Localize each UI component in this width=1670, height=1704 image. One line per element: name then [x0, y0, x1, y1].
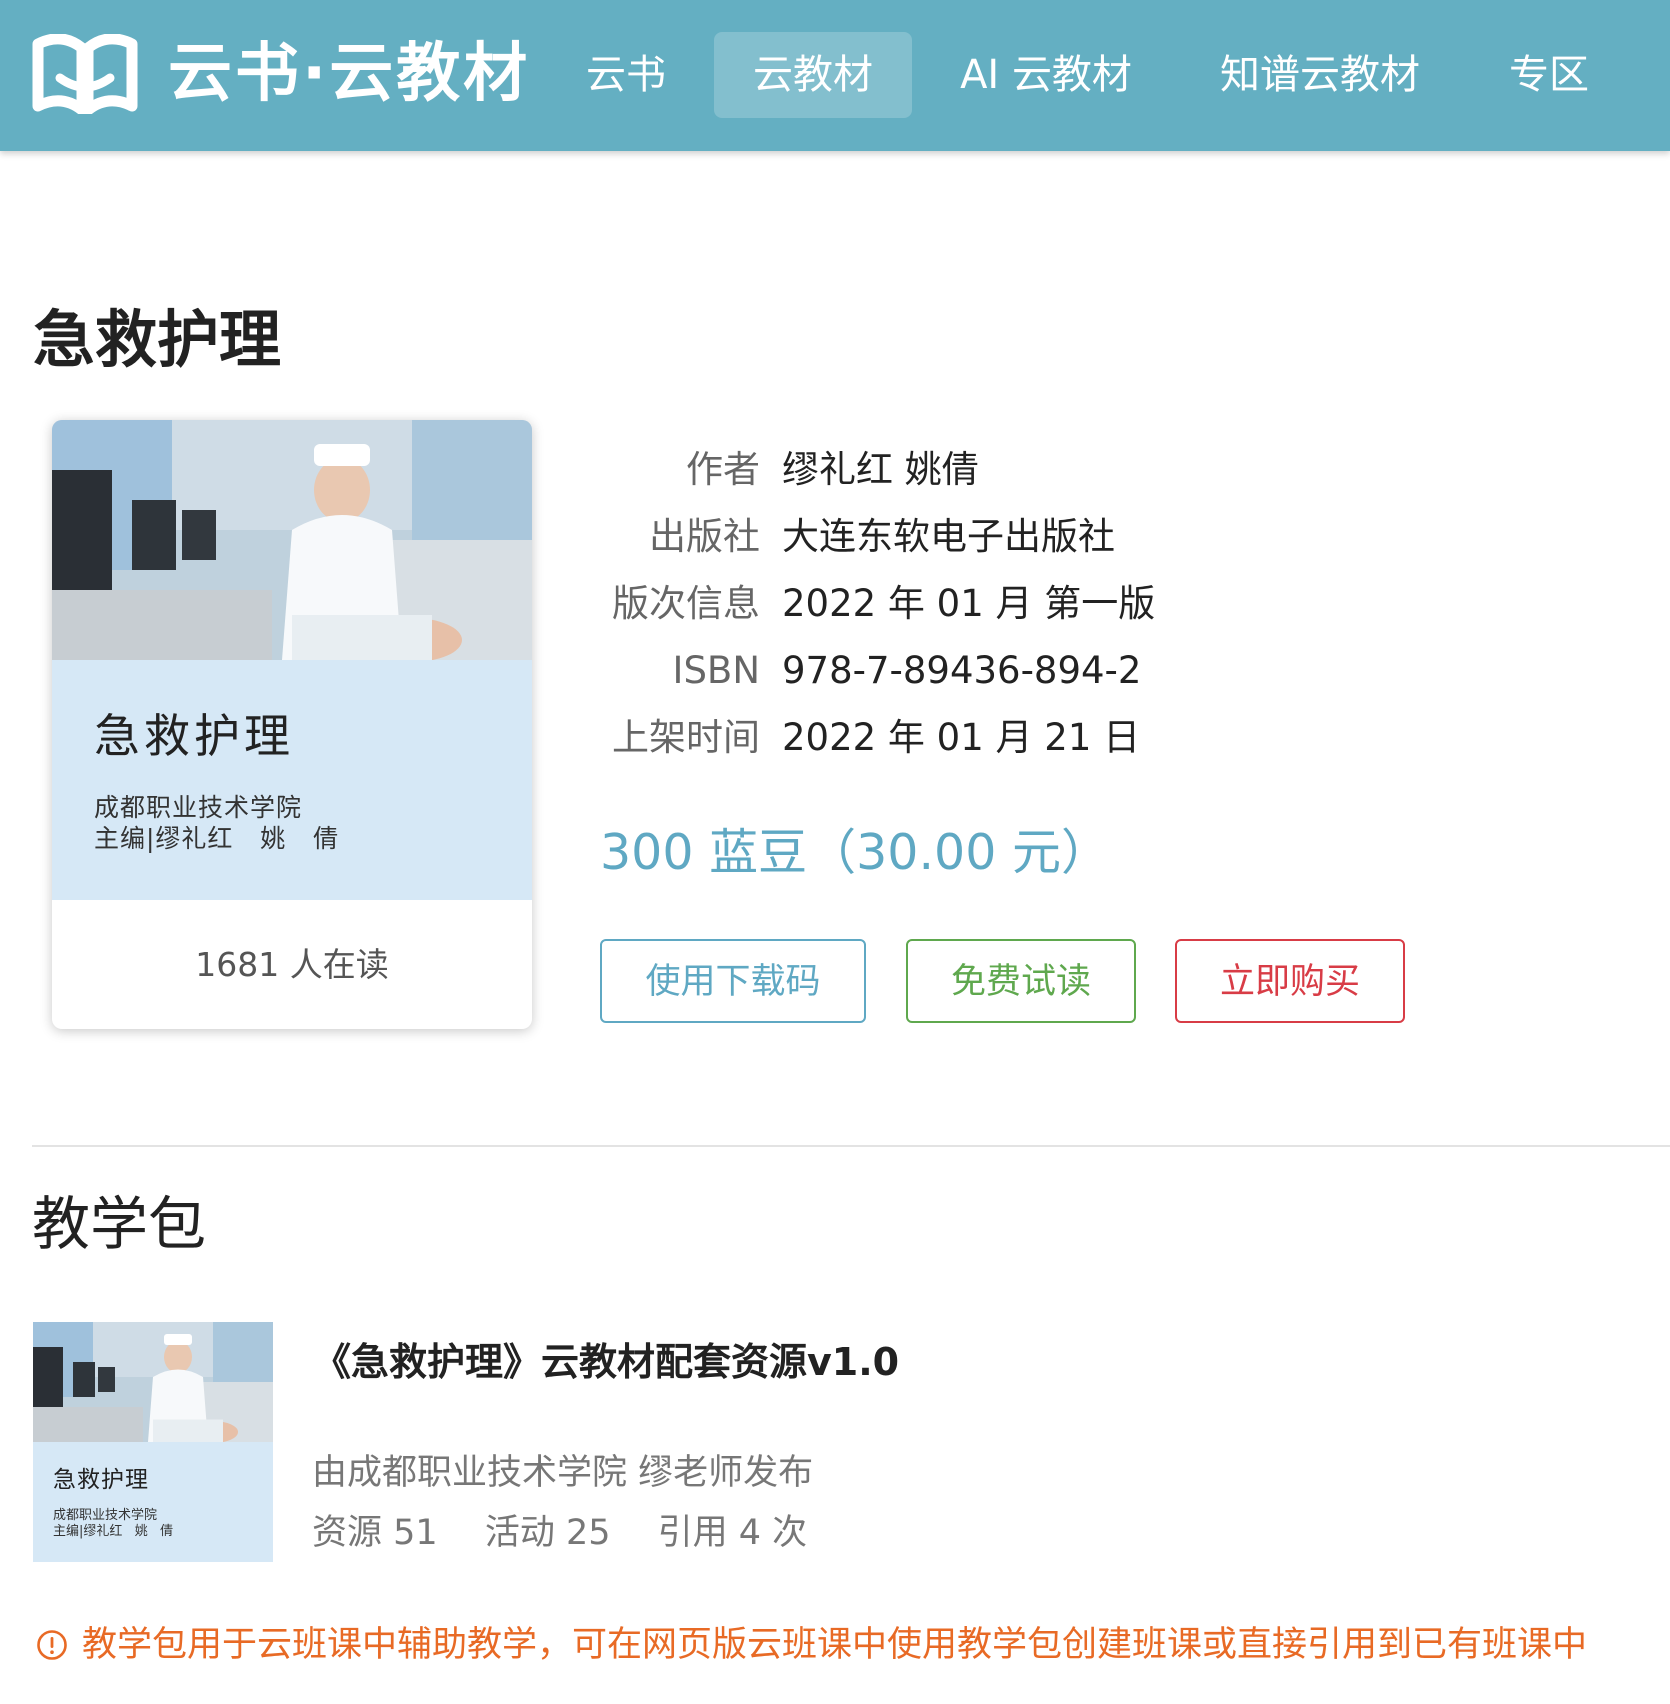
pack-cover-title: 急救护理 — [53, 1467, 149, 1493]
nav-ai-yunjiaocai[interactable]: AI 云教材 — [946, 32, 1146, 118]
pack-cover-photo — [33, 1322, 273, 1442]
top-navigation-bar: 云书·云教材 云书 云教材 AI 云教材 知谱云教材 专区 — [0, 0, 1670, 151]
cover-text-area: 急救护理 成都职业技术学院 主编|缪礼红 姚 倩 — [52, 660, 532, 900]
info-label: 上架时间 — [612, 716, 760, 759]
nav-yunshu[interactable]: 云书 — [556, 32, 696, 118]
use-download-code-button[interactable]: 使用下载码 — [600, 939, 866, 1023]
cover-title: 急救护理 — [94, 709, 294, 763]
info-value: 978-7-89436-894-2 — [782, 649, 1142, 692]
teaching-pack-notice: 教学包用于云班课中辅助教学，可在网页版云班课中使用教学包创建班课或直接引用到已有… — [36, 1617, 1587, 1673]
teaching-pack-publisher: 由成都职业技术学院 缪老师发布 — [312, 1453, 814, 1493]
info-value: 2022 年 01 月 第一版 — [782, 582, 1156, 625]
nav-zhipu-yunjiaocai[interactable]: 知谱云教材 — [1210, 32, 1430, 118]
teaching-pack-title[interactable]: 《急救护理》云教材配套资源v1.0 — [313, 1332, 899, 1392]
pack-cover-subtitle: 成都职业技术学院 主编|缪礼红 姚 倩 — [53, 1508, 174, 1539]
nav-yunjiaocai[interactable]: 云教材 — [714, 32, 912, 118]
open-book-icon — [32, 34, 138, 114]
info-label: 作者 — [686, 448, 760, 491]
readers-count: 1681 人在读 — [195, 945, 389, 984]
info-label: ISBN — [672, 649, 760, 692]
stat-activities: 活动 25 — [484, 1513, 611, 1553]
stat-resources: 资源 51 — [312, 1513, 438, 1553]
free-trial-button[interactable]: 免费试读 — [906, 939, 1136, 1023]
site-logo[interactable]: 云书·云教材 — [32, 34, 530, 114]
exclamation-circle-icon — [37, 1630, 67, 1660]
pack-cover-text-area: 急救护理 成都职业技术学院 主编|缪礼红 姚 倩 — [33, 1442, 273, 1562]
buy-now-button[interactable]: 立即购买 — [1175, 939, 1405, 1023]
info-label: 出版社 — [649, 515, 760, 558]
info-value: 缪礼红 姚倩 — [782, 448, 979, 491]
nav-zhuanqu[interactable]: 专区 — [1486, 32, 1612, 118]
logo-text: 云书·云教材 — [168, 37, 531, 111]
page-title: 急救护理 — [33, 303, 282, 376]
price: 300 蓝豆（30.00 元） — [600, 824, 1110, 881]
info-value: 2022 年 01 月 21 日 — [782, 716, 1141, 759]
teaching-pack-stats: 资源 51 活动 25 引用 4 次 — [312, 1505, 843, 1561]
stat-citations: 引用 4 次 — [657, 1513, 808, 1553]
book-card[interactable]: 急救护理 成都职业技术学院 主编|缪礼红 姚 倩 1681 人在读 — [52, 420, 532, 1029]
info-label: 版次信息 — [612, 582, 760, 625]
cover-photo-nurse-cpr — [52, 420, 532, 660]
info-value: 大连东软电子出版社 — [782, 515, 1115, 558]
teaching-pack-heading: 教学包 — [32, 1190, 207, 1258]
teaching-pack-cover[interactable]: 急救护理 成都职业技术学院 主编|缪礼红 姚 倩 — [33, 1322, 273, 1562]
section-divider — [32, 1145, 1670, 1147]
cover-subtitle: 成都职业技术学院 主编|缪礼红 姚 倩 — [94, 793, 340, 853]
notice-text: 教学包用于云班课中辅助教学，可在网页版云班课中使用教学包创建班课或直接引用到已有… — [82, 1625, 1588, 1665]
